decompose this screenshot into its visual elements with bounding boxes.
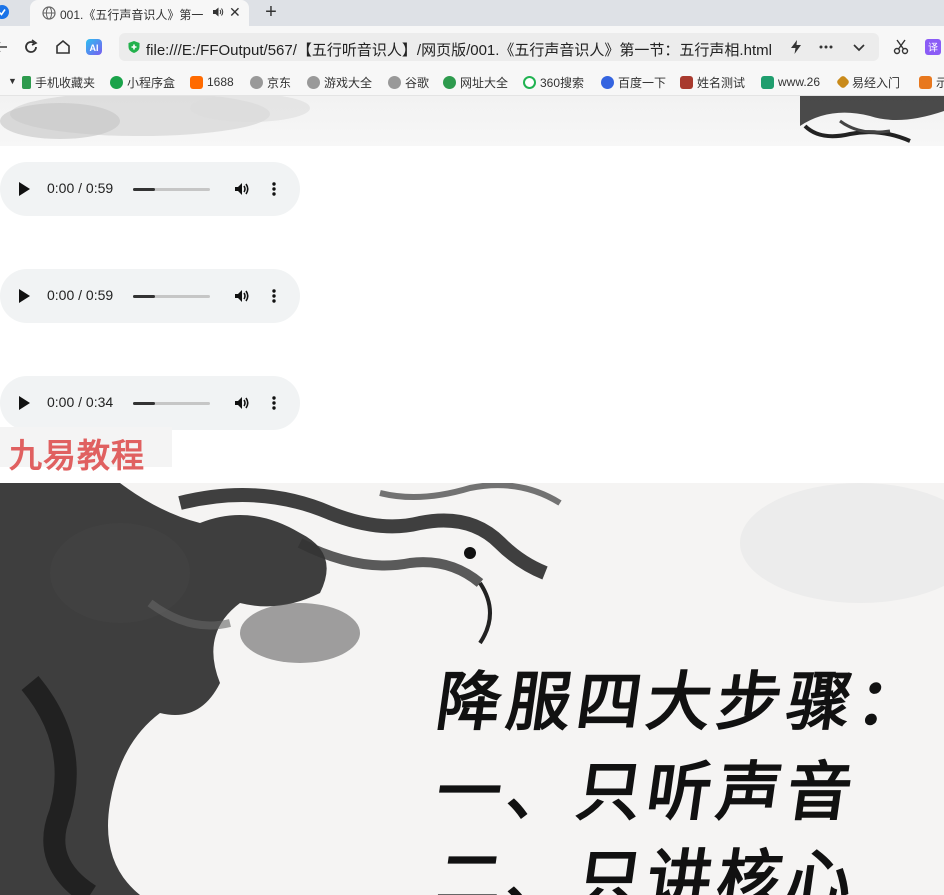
toolbar: AI file:///E:/FFOutput/567/【五行听音识人】/网页版/… <box>0 26 944 69</box>
poster-line: 二、只讲核心 <box>431 843 863 895</box>
bookmark-label: 360搜索 <box>540 75 585 90</box>
bookmark-item[interactable]: 1688 <box>190 74 234 90</box>
tab-title: 001.《五行声音识人》第一 <box>60 8 204 22</box>
bookmark-item[interactable]: 游戏大全 <box>307 74 372 90</box>
bookmark-item[interactable]: 易经入门 <box>835 74 901 90</box>
more-vertical-icon[interactable] <box>266 180 282 198</box>
bookmark-label: 谷歌 <box>405 75 430 90</box>
bookmark-item[interactable]: 手机收藏夹 <box>22 74 95 90</box>
more-vertical-icon[interactable] <box>266 287 282 305</box>
audio-player: 0:00 / 0:59 <box>0 269 300 323</box>
audio-progress-slider[interactable] <box>133 402 210 405</box>
bookmark-item[interactable]: 小程序盒 <box>110 74 175 90</box>
play-icon[interactable] <box>19 289 30 303</box>
scissors-icon[interactable] <box>892 38 910 56</box>
bookmark-item[interactable]: 网址大全 <box>443 74 508 90</box>
bookmark-label: 示 <box>936 75 944 90</box>
top-ink-banner <box>0 96 944 146</box>
poster-line: 降服四大步骤： <box>431 665 933 740</box>
lesson-poster-image: 降服四大步骤： 一、只听声音 二、只讲核心 <box>0 483 944 895</box>
chevron-down-icon[interactable] <box>851 39 867 55</box>
more-horizontal-icon[interactable] <box>818 39 834 55</box>
svg-text:AI: AI <box>90 43 99 53</box>
bookmark-item[interactable]: 姓名测试 <box>680 74 745 90</box>
bookmark-item[interactable]: 示 <box>919 74 944 90</box>
audio-progress-slider[interactable] <box>133 188 210 191</box>
reload-icon[interactable] <box>22 38 40 56</box>
svg-text:译: 译 <box>928 42 938 54</box>
ai-icon[interactable]: AI <box>85 38 103 56</box>
bookmark-label: www.26 <box>778 75 821 89</box>
translate-icon[interactable]: 译 <box>924 38 942 56</box>
phone-icon <box>22 75 31 89</box>
lightning-icon[interactable] <box>788 39 804 55</box>
audio-time: 0:00 / 0:34 <box>47 394 114 410</box>
watermark-text: 九易教程 <box>9 436 145 475</box>
ink-wash-decoration <box>0 96 944 143</box>
bookmark-item[interactable]: 360搜索 <box>523 74 584 90</box>
bookmark-label: 小程序盒 <box>127 75 176 90</box>
bookmark-item[interactable]: www.26 <box>761 74 820 90</box>
shield-icon <box>110 75 123 89</box>
audio-time: 0:00 / 0:59 <box>47 287 114 303</box>
tab-active[interactable]: 001.《五行声音识人》第一 ✕ <box>30 0 249 26</box>
bookmark-item[interactable]: 京东 <box>250 74 291 90</box>
bookmark-label: 易经入门 <box>852 75 901 90</box>
hao-icon <box>443 75 456 89</box>
baidu-paw-icon <box>601 75 614 89</box>
globe-icon <box>250 75 263 89</box>
bookmark-item[interactable]: 谷歌 <box>388 74 429 90</box>
address-bar[interactable]: file:///E:/FFOutput/567/【五行听音识人】/网页版/001… <box>119 33 879 61</box>
speaker-icon[interactable] <box>212 6 224 18</box>
bookmark-label: 姓名测试 <box>697 75 746 90</box>
close-tab-icon[interactable]: ✕ <box>229 4 241 21</box>
volume-icon[interactable] <box>233 180 251 198</box>
url-text[interactable]: file:///E:/FFOutput/567/【五行听音识人】/网页版/001… <box>146 39 772 60</box>
play-icon[interactable] <box>19 396 30 410</box>
bookmark-label: 游戏大全 <box>324 75 373 90</box>
bookmark-label: 网址大全 <box>460 75 509 90</box>
poster-line: 一、只听声音 <box>431 755 863 830</box>
globe-icon <box>307 75 320 89</box>
new-tab-icon[interactable]: + <box>262 1 280 24</box>
home-icon[interactable] <box>54 38 72 56</box>
audio-time: 0:00 / 0:59 <box>47 180 114 196</box>
site-info-icon[interactable] <box>127 40 141 54</box>
bookmark-label: 百度一下 <box>618 75 667 90</box>
volume-icon[interactable] <box>233 287 251 305</box>
site-icon <box>761 75 774 89</box>
tab-strip: 001.《五行声音识人》第一 ✕ + <box>0 0 944 26</box>
volume-icon[interactable] <box>233 394 251 412</box>
play-icon[interactable] <box>19 182 30 196</box>
more-vertical-icon[interactable] <box>266 394 282 412</box>
audio-player: 0:00 / 0:59 <box>0 162 300 216</box>
globe-icon <box>388 75 401 89</box>
bookmark-label: 京东 <box>267 75 292 90</box>
back-arrow-icon[interactable] <box>0 38 10 56</box>
bookmark-label: 1688 <box>207 75 234 89</box>
browser-logo-icon <box>0 5 9 19</box>
yijing-icon <box>835 74 851 90</box>
bookmark-item[interactable]: 百度一下 <box>601 74 666 90</box>
globe-icon <box>42 6 56 20</box>
bookmarks-bar: ▼ 手机收藏夹 小程序盒 1688 京东 游戏大全 谷歌 网址大全 360搜索 … <box>0 69 944 96</box>
plus-icon <box>919 75 932 89</box>
bookmarks-caret-icon[interactable]: ▼ <box>8 76 17 86</box>
search360-icon <box>523 75 536 89</box>
audio-progress-slider[interactable] <box>133 295 210 298</box>
audio-player: 0:00 / 0:34 <box>0 376 300 430</box>
bookmark-label: 手机收藏夹 <box>35 75 96 90</box>
name-test-icon <box>680 75 693 89</box>
1688-icon <box>190 75 203 89</box>
watermark-logo: 九易教程 <box>0 427 172 475</box>
